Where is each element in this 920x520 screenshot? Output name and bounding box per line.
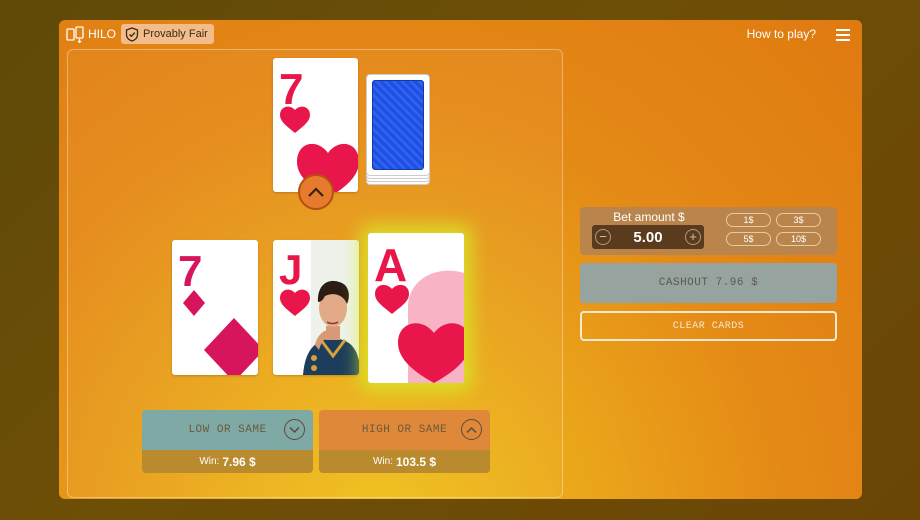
chip-3-button[interactable]: 3$	[776, 213, 821, 227]
game-board: 7 7 J A LOW OR SAME Win: 7.96 $ HIGH OR …	[67, 49, 563, 498]
chip-1-button[interactable]: 1$	[726, 213, 771, 227]
bet-amount-stepper: − 5.00 +	[592, 225, 704, 249]
high-win-label: Win:	[372, 456, 393, 467]
history-card-rank: A	[374, 239, 407, 291]
provably-fair-badge[interactable]: Provably Fair	[121, 24, 214, 44]
bet-amount-label: Bet amount $	[613, 210, 685, 224]
game-window: HILO Provably Fair How to play? 7 7 J A …	[59, 20, 862, 499]
top-bar: HILO Provably Fair How to play?	[59, 20, 862, 48]
high-or-same-button[interactable]: HIGH OR SAME Win: 103.5 $	[319, 410, 490, 473]
chip-10-button[interactable]: 10$	[776, 232, 821, 246]
increase-bet-button[interactable]: +	[684, 229, 701, 245]
chevron-up-icon	[461, 419, 482, 440]
clear-cards-button[interactable]: CLEAR CARDS	[580, 311, 837, 341]
bet-amount-value[interactable]: 5.00	[633, 229, 662, 246]
cashout-button[interactable]: CASHOUT 7.96 $	[580, 263, 837, 303]
low-or-same-button[interactable]: LOW OR SAME Win: 7.96 $	[142, 410, 313, 473]
low-win-value: 7.96 $	[222, 454, 256, 469]
high-win-value: 103.5 $	[395, 454, 437, 469]
hamburger-menu-icon[interactable]	[836, 29, 850, 41]
bet-amount-box: Bet amount $ − 5.00 + 1$ 3$ 5$ 10$	[580, 207, 837, 255]
history-card: 7	[172, 240, 258, 375]
decrease-bet-button[interactable]: −	[595, 229, 611, 245]
chip-5-button[interactable]: 5$	[726, 232, 771, 246]
chevron-down-icon	[284, 419, 305, 440]
high-or-same-label: HIGH OR SAME	[361, 424, 448, 436]
card-deck	[366, 74, 432, 186]
card-back	[372, 80, 424, 170]
hilo-icon	[66, 26, 84, 43]
current-card: 7	[273, 58, 358, 192]
shield-check-icon	[125, 26, 139, 42]
game-title: HILO	[88, 27, 117, 41]
low-or-same-label: LOW OR SAME	[188, 424, 267, 436]
history-card-latest: A	[368, 233, 464, 383]
history-card-rank: J	[279, 246, 302, 293]
game-logo: HILO	[66, 25, 116, 43]
history-card: J	[273, 240, 359, 375]
history-card-rank: 7	[178, 247, 202, 296]
low-win-label: Win:	[199, 456, 220, 467]
how-to-play-link[interactable]: How to play?	[747, 27, 816, 41]
high-arrow-badge	[298, 174, 334, 210]
current-card-rank: 7	[279, 65, 303, 114]
provably-fair-label: Provably Fair	[143, 28, 208, 40]
chevron-up-icon	[308, 187, 324, 197]
